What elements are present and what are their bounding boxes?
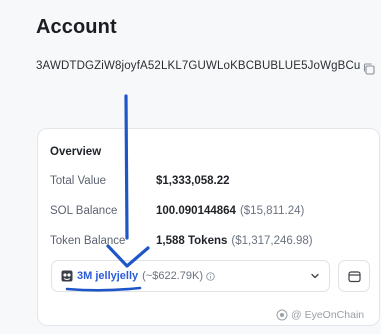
watermark: @ EyeOnChain	[276, 309, 364, 321]
token-value: (~$622.79K)	[142, 270, 204, 282]
token-select-dropdown[interactable]: 3M jellyjelly (~$622.79K)	[51, 260, 330, 292]
eye-logo-icon	[276, 309, 288, 321]
row-value: $1,333,058.22	[156, 175, 230, 187]
row-label: Token Balance	[50, 235, 126, 247]
row-value: 100.090144864	[156, 205, 236, 217]
token-name: 3M jellyjelly	[77, 270, 139, 282]
total-value-row: Total Value $1,333,058.22	[50, 175, 230, 187]
wallet-view-button[interactable]	[338, 260, 370, 292]
row-value: 1,588 Tokens	[156, 235, 228, 247]
row-label: Total Value	[50, 175, 107, 187]
watermark-text: @ EyeOnChain	[291, 309, 365, 321]
info-icon[interactable]	[206, 271, 215, 281]
row-label: SOL Balance	[50, 205, 118, 217]
account-address: 3AWDTDGZiW8joyfA52LKL7GUWLoKBCBUBLUE5JoW…	[36, 60, 361, 72]
copy-icon	[363, 63, 375, 75]
row-subvalue: ($1,317,246.98)	[231, 235, 313, 247]
row-subvalue: ($15,811.24)	[239, 205, 305, 217]
token-balance-row: Token Balance 1,588 Tokens ($1,317,246.9…	[50, 235, 313, 247]
token-logo-icon	[61, 270, 73, 282]
page-title: Account	[36, 16, 117, 38]
chevron-down-icon	[311, 273, 319, 279]
wallet-icon	[347, 270, 361, 282]
copy-address-button[interactable]	[362, 62, 376, 76]
overview-card: Overview Total Value $1,333,058.22 SOL B…	[37, 128, 380, 326]
overview-title: Overview	[50, 146, 102, 158]
sol-balance-row: SOL Balance 100.090144864 ($15,811.24)	[50, 205, 304, 217]
account-address-row: 3AWDTDGZiW8joyfA52LKL7GUWLoKBCBUBLUE5JoW…	[36, 60, 360, 72]
